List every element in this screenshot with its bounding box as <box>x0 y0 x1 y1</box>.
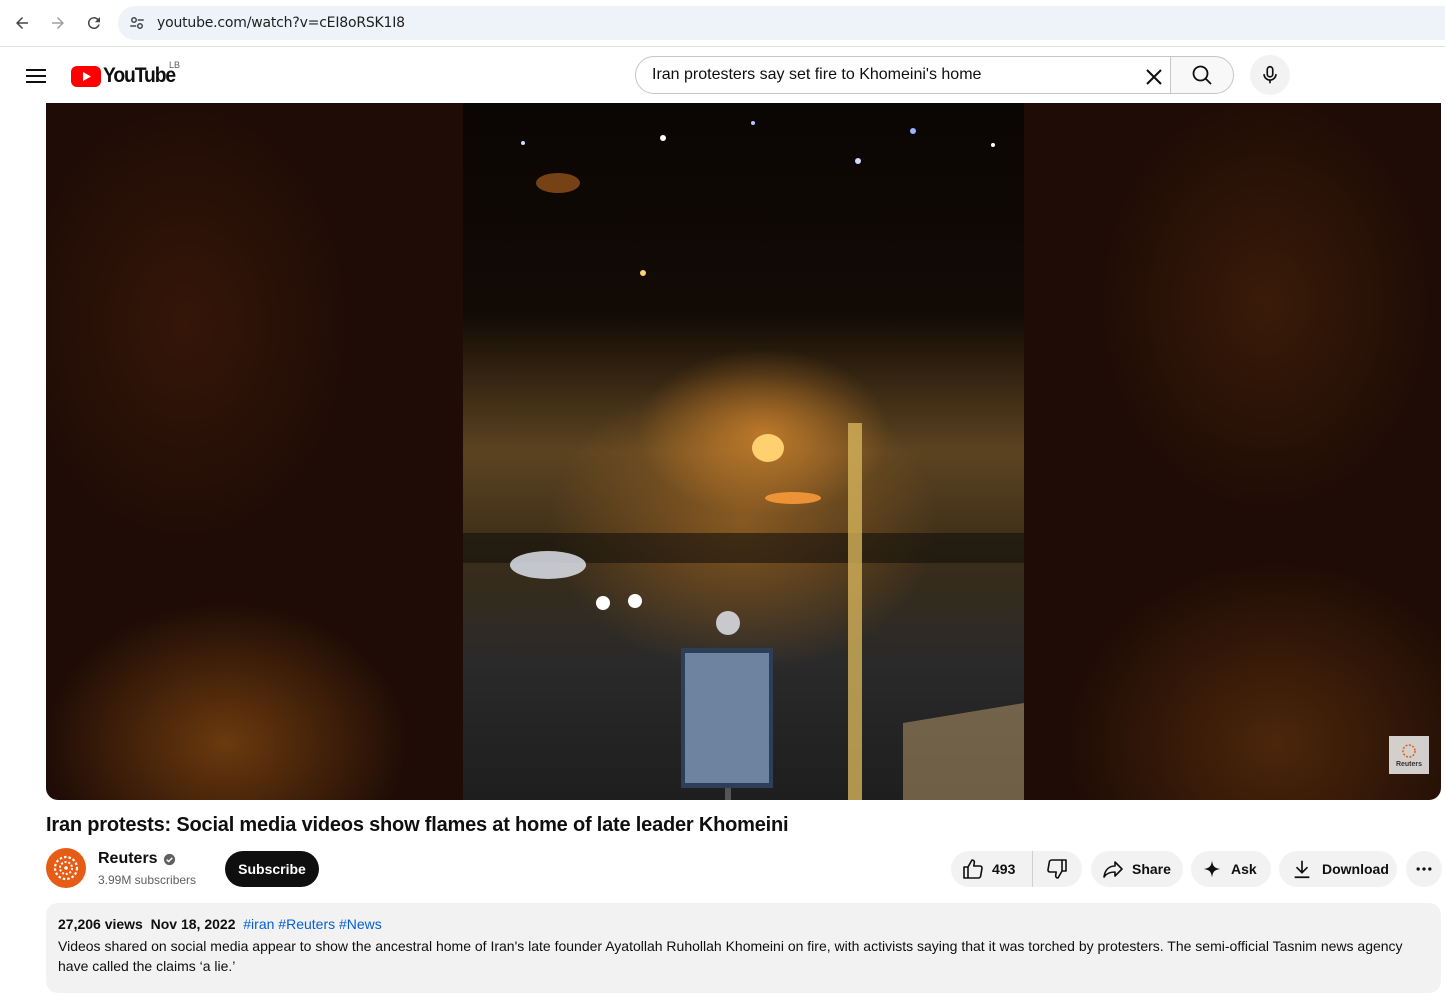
channel-avatar[interactable] <box>46 848 86 888</box>
address-bar[interactable]: youtube.com/watch?v=cEI8oRSK1I8 <box>118 6 1445 40</box>
hashtag-link[interactable]: #iran <box>243 916 274 932</box>
voice-search-button[interactable] <box>1250 55 1290 95</box>
search-box[interactable] <box>635 56 1171 94</box>
logo-wordmark: YouTube <box>103 64 176 87</box>
subscribe-button[interactable]: Subscribe <box>225 851 319 887</box>
ask-button[interactable]: Ask <box>1191 851 1271 887</box>
video-scene-image <box>463 121 1024 800</box>
subscriber-count: 3.99M subscribers <box>98 873 197 887</box>
more-actions-button[interactable] <box>1406 851 1442 887</box>
share-icon <box>1103 861 1123 878</box>
youtube-masthead: YouTube LB <box>0 47 1445 103</box>
channel-name-link[interactable]: Reuters <box>98 850 176 868</box>
reuters-logo-icon <box>1402 743 1416 758</box>
hashtag-link[interactable]: #News <box>339 916 382 932</box>
like-button[interactable]: 493 <box>951 851 1033 887</box>
close-icon <box>1146 69 1162 85</box>
url-text[interactable]: youtube.com/watch?v=cEI8oRSK1I8 <box>157 15 405 31</box>
like-dislike-group: 493 <box>951 851 1082 887</box>
download-button[interactable]: Download <box>1279 851 1397 887</box>
download-icon <box>1294 860 1310 879</box>
search-button[interactable] <box>1170 56 1234 94</box>
ask-label: Ask <box>1231 861 1257 877</box>
hashtag-link[interactable]: #Reuters <box>278 916 335 932</box>
download-label: Download <box>1322 861 1389 877</box>
video-player[interactable]: Reuters <box>46 103 1441 800</box>
verified-badge-icon <box>163 853 175 865</box>
back-button[interactable] <box>7 8 37 38</box>
video-title: Iran protests: Social media videos show … <box>46 814 789 836</box>
description-text: Videos shared on social media appear to … <box>58 938 1403 974</box>
upload-date: Nov 18, 2022 <box>150 916 236 932</box>
country-code: LB <box>169 60 181 70</box>
reload-icon <box>87 17 100 30</box>
reload-button[interactable] <box>79 8 109 38</box>
hamburger-icon <box>26 69 46 83</box>
description-box[interactable]: 27,206 views Nov 18, 2022 #iran #Reuters… <box>46 903 1441 993</box>
watermark-label: Reuters <box>1395 760 1423 768</box>
view-count: 27,206 views <box>58 916 143 932</box>
arrow-right-icon <box>52 17 64 29</box>
reuters-watermark[interactable]: Reuters <box>1389 736 1429 774</box>
reuters-logo-icon <box>53 855 79 881</box>
arrow-left-icon <box>16 17 28 29</box>
video-frame[interactable] <box>463 103 1024 800</box>
youtube-logo[interactable]: YouTube <box>71 64 181 87</box>
share-label: Share <box>1132 861 1171 877</box>
browser-toolbar: youtube.com/watch?v=cEI8oRSK1I8 <box>0 0 1445 47</box>
guide-menu-button[interactable] <box>22 62 50 90</box>
thumbs-up-icon <box>963 859 983 879</box>
channel-name: Reuters <box>98 850 158 867</box>
search-input[interactable] <box>652 57 1132 93</box>
site-settings-icon[interactable] <box>128 14 146 32</box>
dislike-button[interactable] <box>1033 851 1081 887</box>
sparkle-icon <box>1203 860 1221 878</box>
share-button[interactable]: Share <box>1091 851 1183 887</box>
microphone-icon <box>1263 65 1277 84</box>
forward-button[interactable] <box>43 8 73 38</box>
clear-search-button[interactable] <box>1141 64 1167 90</box>
like-count: 493 <box>992 861 1016 877</box>
youtube-play-icon <box>71 65 101 87</box>
search-icon <box>1192 65 1212 85</box>
thumbs-down-icon <box>1047 859 1067 879</box>
description-meta: 27,206 views Nov 18, 2022 #iran #Reuters… <box>58 916 382 932</box>
more-horizontal-icon <box>1416 867 1432 871</box>
